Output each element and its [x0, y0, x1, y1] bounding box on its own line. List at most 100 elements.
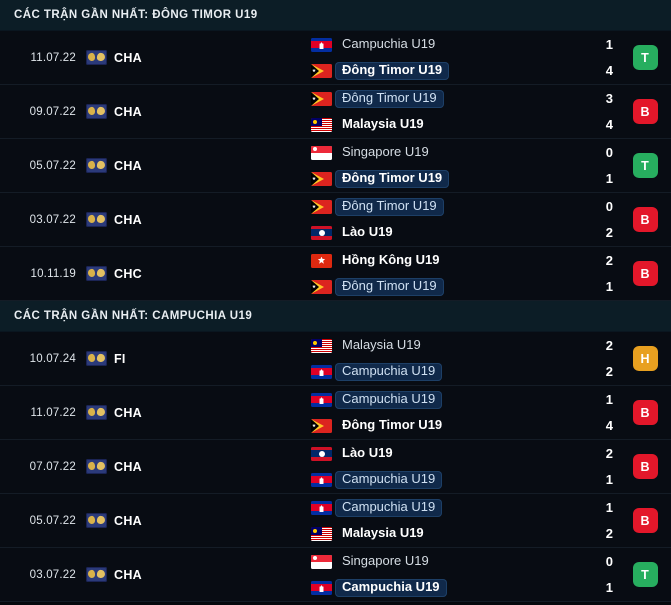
team-name-away[interactable]: Đông Timor U19: [335, 169, 450, 188]
competition-cell[interactable]: CHA: [78, 193, 156, 246]
flag-my-icon: [311, 338, 332, 353]
competition-label: CHA: [114, 459, 142, 474]
team-name-away[interactable]: Campuchia U19: [335, 578, 447, 597]
score-cell: 02: [567, 193, 619, 246]
competition-cell[interactable]: CHC: [78, 247, 156, 300]
away-score: 2: [605, 224, 613, 240]
team-name-home[interactable]: Malaysia U19: [335, 337, 428, 355]
score-cell: 12: [567, 494, 619, 547]
competition-cell[interactable]: CHA: [78, 494, 156, 547]
result-cell: B: [619, 386, 671, 439]
competition-cell[interactable]: CHA: [78, 548, 156, 601]
team-name-away[interactable]: Đông Timor U19: [335, 417, 449, 435]
away-score: 4: [605, 62, 613, 78]
match-date: 10.11.19: [30, 267, 76, 280]
competition-cell[interactable]: CHA: [78, 31, 156, 84]
teams-cell: Singapore U19 Campuchia U19: [156, 548, 567, 601]
result-badge: T: [632, 45, 658, 70]
match-row[interactable]: 11.07.22 CHA Campuchia U19 Đông Timor U19 1 4…: [0, 31, 671, 85]
section-title: CÁC TRẬN GẦN NHẤT: CAMPUCHIA U19: [14, 310, 253, 322]
away-score: 4: [605, 417, 613, 433]
match-row[interactable]: 11.07.22 CHA Campuchia U19 Đông Timor U19 1 4…: [0, 386, 671, 440]
tournament-icon: [86, 50, 107, 65]
match-date: 07.07.22: [29, 460, 76, 473]
home-score: 2: [605, 252, 613, 268]
tournament-icon: [86, 212, 107, 227]
match-row[interactable]: 03.07.22 CHA Đông Timor U19 Lào U19 0 2 B: [0, 193, 671, 247]
team-name-away[interactable]: Campuchia U19: [335, 470, 443, 489]
result-badge: B: [632, 400, 658, 425]
flag-la-icon: [311, 225, 332, 240]
teams-cell: Hồng Kông U19 Đông Timor U19: [156, 247, 567, 300]
team-name-away[interactable]: Malaysia U19: [335, 116, 431, 134]
team-name-home[interactable]: Lào U19: [335, 445, 400, 463]
section-title: CÁC TRẬN GẦN NHẤT: ĐÔNG TIMOR U19: [14, 9, 258, 21]
match-row[interactable]: 05.07.22 CHA Singapore U19 Đông Timor U19 0 1…: [0, 139, 671, 193]
match-date: 05.07.22: [29, 159, 76, 172]
team-name-home[interactable]: Singapore U19: [335, 144, 436, 162]
team-name-home[interactable]: Campuchia U19: [335, 390, 443, 409]
score-cell: 21: [567, 247, 619, 300]
tournament-icon: [86, 459, 107, 474]
team-name-home[interactable]: Đông Timor U19: [335, 89, 444, 108]
match-row[interactable]: 07.07.22 CHA Lào U19 Campuchia U19 2 1 B: [0, 440, 671, 494]
teams-cell: Singapore U19 Đông Timor U19: [156, 139, 567, 192]
teams-cell: Campuchia U19 Đông Timor U19: [156, 31, 567, 84]
teams-cell: Malaysia U19 Campuchia U19: [156, 332, 567, 385]
away-score: 1: [605, 471, 613, 487]
match-row[interactable]: 10.07.24 FI Malaysia U19 Campuchia U19 2 2 H: [0, 332, 671, 386]
team-name-away[interactable]: Lào U19: [335, 224, 400, 242]
score-cell: 14: [567, 386, 619, 439]
team-name-away[interactable]: Campuchia U19: [335, 362, 443, 381]
tournament-icon: [86, 104, 107, 119]
score-cell: 01: [567, 139, 619, 192]
flag-kh-icon: [311, 364, 332, 379]
flag-hk-icon: [311, 253, 332, 268]
home-score: 1: [605, 391, 613, 407]
team-name-home[interactable]: Campuchia U19: [335, 498, 443, 517]
team-name-home[interactable]: Đông Timor U19: [335, 197, 444, 216]
result-cell: B: [619, 247, 671, 300]
competition-cell[interactable]: FI: [78, 332, 156, 385]
result-cell: B: [619, 440, 671, 493]
team-name-home[interactable]: Singapore U19: [335, 553, 436, 571]
teams-cell: Đông Timor U19 Malaysia U19: [156, 85, 567, 138]
away-score: 1: [605, 579, 613, 595]
match-row[interactable]: 03.07.22 CHA Singapore U19 Campuchia U19 0 1 T: [0, 548, 671, 602]
match-date: 10.07.24: [29, 352, 76, 365]
team-name-home[interactable]: Campuchia U19: [335, 36, 442, 54]
competition-cell[interactable]: CHA: [78, 85, 156, 138]
result-badge: B: [632, 207, 658, 232]
flag-kh-icon: [311, 500, 332, 515]
team-line-home: Campuchia U19: [156, 498, 567, 517]
team-name-away[interactable]: Malaysia U19: [335, 525, 431, 543]
competition-label: CHA: [114, 50, 142, 65]
competition-cell[interactable]: CHA: [78, 386, 156, 439]
competition-cell[interactable]: CHA: [78, 139, 156, 192]
match-date: 03.07.22: [29, 568, 76, 581]
competition-label: CHA: [114, 567, 142, 582]
away-score: 1: [605, 170, 613, 186]
result-badge: B: [632, 261, 658, 286]
team-name-home[interactable]: Hồng Kông U19: [335, 252, 447, 270]
match-row[interactable]: 09.07.22 CHA Đông Timor U19 Malaysia U19 3 4 B: [0, 85, 671, 139]
match-row[interactable]: 10.11.19 CHC Hồng Kông U19 Đông Timor U19 2 1…: [0, 247, 671, 301]
competition-label: CHA: [114, 405, 142, 420]
flag-kh-icon: [311, 472, 332, 487]
competition-label: CHA: [114, 212, 142, 227]
flag-my-icon: [311, 526, 332, 541]
competition-label: CHA: [114, 513, 142, 528]
result-cell: T: [619, 139, 671, 192]
match-row[interactable]: 05.07.22 CHA Campuchia U19 Malaysia U19 1 2 B: [0, 494, 671, 548]
away-score: 2: [605, 363, 613, 379]
score-cell: 34: [567, 85, 619, 138]
match-date: 05.07.22: [29, 514, 76, 527]
competition-cell[interactable]: CHA: [78, 440, 156, 493]
team-name-away[interactable]: Đông Timor U19: [335, 61, 450, 80]
team-name-away[interactable]: Đông Timor U19: [335, 277, 444, 296]
tournament-icon: [86, 158, 107, 173]
tournament-icon: [86, 513, 107, 528]
flag-tl-icon: [311, 91, 332, 106]
flag-tl-icon: [311, 63, 332, 78]
team-line-home: Lào U19: [156, 445, 567, 463]
